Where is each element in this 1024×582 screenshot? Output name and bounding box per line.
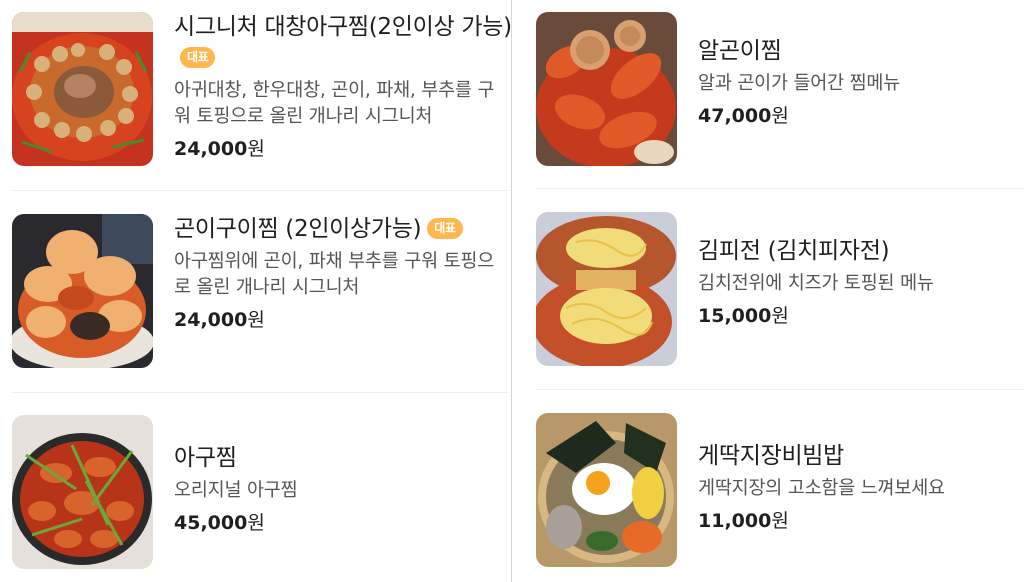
menu-item-photo [536, 12, 677, 166]
price-unit: 원 [247, 309, 265, 331]
price-amount: 47,000 [698, 105, 772, 127]
menu-item-photo [536, 212, 677, 366]
menu-item-description: 알과 곤이가 들어간 찜메뉴 [698, 73, 901, 94]
menu-item[interactable]: 게딱지장비빔밥 게딱지장의 고소함을 느껴보세요 11,000원 [536, 413, 1024, 573]
menu-item-description: 김치전위에 치즈가 토핑된 메뉴 [698, 273, 934, 294]
menu-item-name: 아구찜 [174, 445, 237, 471]
menu-column-right: 알곤이찜 알과 곤이가 들어간 찜메뉴 47,000원 김피전 (김치피자전) … [512, 0, 1024, 582]
item-divider [536, 389, 1024, 390]
menu-item-price: 24,000원 [174, 307, 512, 333]
menu-item-name-row: 아구찜 [174, 443, 512, 474]
menu-item-name-row: 시그니처 대창아구찜(2인이상 가능) 대표 [174, 12, 512, 74]
menu-item-name-row: 알곤이찜 [698, 36, 1024, 67]
menu-item-description: 아귀대창, 한우대창, 곤이, 파채, 부추를 구워 토핑으로 올린 개나리 시… [174, 80, 495, 127]
menu-item-price: 45,000원 [174, 510, 512, 536]
signature-badge: 대표 [180, 47, 216, 68]
menu-item-name: 게딱지장비빔밥 [698, 443, 845, 469]
menu-item-info: 아구찜 오리지널 아구찜 45,000원 [174, 415, 512, 536]
menu-item-photo [12, 214, 153, 368]
menu-item-name: 시그니처 대창아구찜(2인이상 가능) [174, 14, 512, 40]
price-amount: 45,000 [174, 512, 248, 534]
menu-item-info: 게딱지장비빔밥 게딱지장의 고소함을 느껴보세요 11,000원 [698, 413, 1024, 534]
menu-item-price: 24,000원 [174, 136, 512, 162]
price-unit: 원 [771, 305, 789, 327]
menu-item-description: 오리지널 아구찜 [174, 480, 298, 501]
signature-badge: 대표 [427, 218, 463, 239]
menu-item-photo [12, 12, 153, 166]
menu-item-description: 아구찜위에 곤이, 파채 부추를 구워 토핑으로 올린 개나리 시그니처 [174, 251, 495, 298]
price-unit: 원 [247, 512, 265, 534]
menu-item-photo [12, 415, 153, 569]
menu-item[interactable]: 김피전 (김치피자전) 김치전위에 치즈가 토핑된 메뉴 15,000원 [536, 212, 1024, 372]
menu-item-price: 11,000원 [698, 508, 1024, 534]
menu-item-photo [536, 413, 677, 567]
menu-item-info: 시그니처 대창아구찜(2인이상 가능) 대표 아귀대창, 한우대창, 곤이, 파채… [174, 12, 512, 162]
menu-item[interactable]: 곤이구이찜 (2인이상가능) 대표 아구찜위에 곤이, 파채 부추를 구워 토핑으… [12, 214, 512, 374]
menu-item-name-row: 게딱지장비빔밥 [698, 441, 1024, 472]
menu-item[interactable]: 아구찜 오리지널 아구찜 45,000원 [12, 415, 512, 575]
menu-item-name-row: 곤이구이찜 (2인이상가능) 대표 [174, 214, 512, 245]
item-divider [536, 188, 1024, 189]
price-amount: 24,000 [174, 138, 248, 160]
menu-column-left: 시그니처 대창아구찜(2인이상 가능) 대표 아귀대창, 한우대창, 곤이, 파채… [0, 0, 512, 582]
item-divider [12, 190, 508, 191]
menu-item-info: 곤이구이찜 (2인이상가능) 대표 아구찜위에 곤이, 파채 부추를 구워 토핑으… [174, 214, 512, 333]
menu-page: 시그니처 대창아구찜(2인이상 가능) 대표 아귀대창, 한우대창, 곤이, 파채… [0, 0, 1024, 582]
price-amount: 15,000 [698, 305, 772, 327]
price-amount: 11,000 [698, 510, 772, 532]
price-unit: 원 [771, 105, 789, 127]
price-unit: 원 [247, 138, 265, 160]
menu-item-name: 김피전 (김치피자전) [698, 238, 890, 264]
menu-item-info: 알곤이찜 알과 곤이가 들어간 찜메뉴 47,000원 [698, 12, 1024, 129]
item-divider [12, 392, 508, 393]
menu-item-description: 게딱지장의 고소함을 느껴보세요 [698, 478, 945, 499]
menu-item-name: 곤이구이찜 (2인이상가능) [174, 216, 422, 242]
menu-item-name: 알곤이찜 [698, 38, 782, 64]
menu-item-price: 15,000원 [698, 303, 1024, 329]
menu-item[interactable]: 시그니처 대창아구찜(2인이상 가능) 대표 아귀대창, 한우대창, 곤이, 파채… [12, 12, 512, 172]
menu-item-price: 47,000원 [698, 103, 1024, 129]
menu-item-name-row: 김피전 (김치피자전) [698, 236, 1024, 267]
price-amount: 24,000 [174, 309, 248, 331]
menu-item[interactable]: 알곤이찜 알과 곤이가 들어간 찜메뉴 47,000원 [536, 12, 1024, 172]
price-unit: 원 [771, 510, 789, 532]
menu-item-info: 김피전 (김치피자전) 김치전위에 치즈가 토핑된 메뉴 15,000원 [698, 212, 1024, 329]
